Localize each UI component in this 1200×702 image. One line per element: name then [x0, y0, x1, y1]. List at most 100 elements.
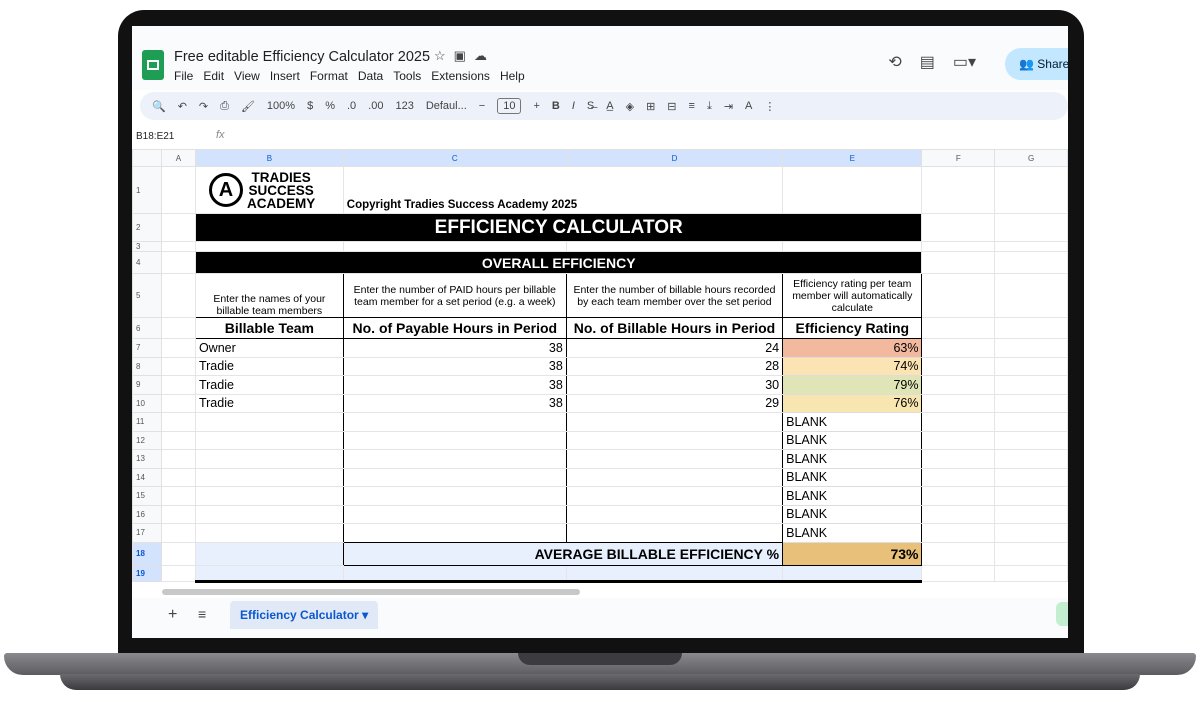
efficiency-rating-cell[interactable]: 76% [782, 393, 923, 413]
team-name-cell[interactable]: Owner [194, 338, 344, 358]
cell[interactable] [921, 564, 996, 582]
average-label[interactable]: AVERAGE BILLABLE EFFICIENCY % [342, 541, 784, 566]
font-size-increase-icon[interactable]: + [533, 100, 539, 112]
cell[interactable] [160, 317, 196, 339]
cell[interactable] [921, 213, 996, 242]
row-header[interactable]: 14 [132, 467, 162, 487]
cell[interactable] [994, 251, 1068, 274]
row-header[interactable]: 8 [132, 356, 162, 376]
cell[interactable] [160, 486, 196, 506]
row-header[interactable]: 10 [132, 393, 162, 413]
cell[interactable] [994, 166, 1068, 214]
fill-color-icon[interactable]: ◈ [626, 100, 634, 113]
cell[interactable] [160, 449, 196, 469]
header-billable-hours[interactable]: No. of Billable Hours in Period [565, 317, 784, 339]
menu-insert[interactable]: Insert [270, 69, 300, 83]
efficiency-rating-cell[interactable]: BLANK [782, 504, 923, 524]
efficiency-rating-cell[interactable]: BLANK [782, 430, 923, 450]
payable-hours-cell[interactable]: 38 [342, 375, 567, 395]
efficiency-rating-cell[interactable]: 63% [782, 338, 923, 358]
menu-format[interactable]: Format [310, 69, 348, 83]
cell[interactable] [921, 166, 996, 214]
cell[interactable] [565, 241, 784, 252]
cell[interactable] [994, 273, 1068, 318]
payable-hours-cell[interactable] [342, 504, 567, 524]
instruction-b[interactable]: Enter the names of your billable team me… [194, 273, 344, 318]
payable-hours-cell[interactable]: 38 [342, 356, 567, 376]
column-header-f[interactable]: F [921, 149, 996, 167]
billable-hours-cell[interactable]: 30 [565, 375, 784, 395]
cell[interactable] [994, 467, 1068, 487]
cell[interactable] [160, 375, 196, 395]
cell[interactable] [160, 338, 196, 358]
section-title[interactable]: OVERALL EFFICIENCY [194, 251, 923, 274]
align-icon[interactable]: ≡ [689, 100, 695, 112]
cell[interactable] [994, 375, 1068, 395]
bold-button[interactable]: B [552, 100, 560, 112]
row-header[interactable]: 11 [132, 412, 162, 432]
row-header[interactable]: 13 [132, 449, 162, 469]
cell[interactable] [160, 213, 196, 242]
cell[interactable] [921, 504, 996, 524]
column-header-d[interactable]: D [565, 149, 784, 167]
payable-hours-cell[interactable] [342, 430, 567, 450]
more-icon[interactable]: ⋮ [764, 100, 775, 113]
cell[interactable] [921, 393, 996, 413]
column-header-c[interactable]: C [342, 149, 567, 167]
text-color-icon[interactable]: A̲ [606, 100, 613, 112]
cell[interactable] [994, 486, 1068, 506]
billable-hours-cell[interactable] [565, 412, 784, 432]
cell[interactable] [194, 241, 344, 252]
percent-format-button[interactable]: % [325, 100, 335, 112]
cell[interactable] [160, 241, 196, 252]
cell[interactable] [160, 430, 196, 450]
cell[interactable] [160, 273, 196, 318]
billable-hours-cell[interactable] [565, 430, 784, 450]
row-header[interactable]: 17 [132, 523, 162, 543]
cell[interactable] [160, 504, 196, 524]
italic-button[interactable]: I [572, 100, 575, 112]
team-name-cell[interactable] [194, 486, 344, 506]
column-header-e[interactable]: E [782, 149, 923, 167]
cell[interactable] [160, 467, 196, 487]
increase-decimal-button[interactable]: .00 [368, 100, 383, 112]
efficiency-rating-cell[interactable]: BLANK [782, 486, 923, 506]
menu-file[interactable]: File [174, 69, 193, 83]
cell[interactable] [782, 166, 923, 214]
redo-icon[interactable]: ↷ [199, 100, 208, 113]
main-title[interactable]: EFFICIENCY CALCULATOR [194, 213, 923, 242]
zoom-select[interactable]: 100% [267, 100, 295, 112]
font-size-input[interactable]: 10 [497, 98, 522, 114]
cell[interactable] [921, 241, 996, 252]
cell[interactable] [160, 412, 196, 432]
header-payable-hours[interactable]: No. of Payable Hours in Period [342, 317, 567, 339]
cell[interactable] [994, 393, 1068, 413]
cell[interactable] [994, 430, 1068, 450]
cell[interactable] [565, 564, 784, 583]
cell[interactable] [921, 317, 996, 339]
font-size-decrease-icon[interactable]: − [479, 100, 485, 112]
column-header-g[interactable]: G [994, 149, 1068, 167]
payable-hours-cell[interactable] [342, 412, 567, 432]
cell[interactable] [160, 356, 196, 376]
billable-hours-cell[interactable] [565, 504, 784, 524]
column-header-b[interactable]: B [194, 149, 344, 167]
copyright-cell[interactable]: Copyright Tradies Success Academy 2025 [342, 166, 784, 214]
move-folder-icon[interactable]: ▣ [454, 48, 474, 63]
column-header-a[interactable]: A [160, 149, 196, 167]
cell[interactable] [782, 241, 923, 252]
row-header[interactable]: 15 [132, 486, 162, 506]
comments-icon[interactable]: ▤ [920, 52, 935, 72]
font-select[interactable]: Defaul... [426, 100, 467, 112]
team-name-cell[interactable]: Tradie [194, 375, 344, 395]
cell[interactable] [921, 375, 996, 395]
instruction-c[interactable]: Enter the number of PAID hours per billa… [342, 273, 567, 318]
cell[interactable] [921, 430, 996, 450]
instruction-d[interactable]: Enter the number of billable hours recor… [565, 273, 784, 318]
cell[interactable] [160, 523, 196, 543]
horizontal-scrollbar[interactable] [162, 589, 580, 595]
team-name-cell[interactable] [194, 467, 344, 487]
menu-help[interactable]: Help [500, 69, 525, 83]
cell[interactable] [994, 564, 1068, 582]
average-value[interactable]: 73% [782, 541, 923, 566]
